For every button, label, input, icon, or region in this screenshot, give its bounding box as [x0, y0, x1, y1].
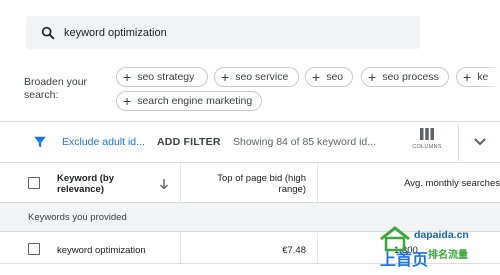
- column-separator: [317, 163, 318, 202]
- keyword-cell: keyword optimization: [57, 245, 146, 256]
- watermark-tag-2: 流量: [448, 250, 469, 261]
- watermark-brand: 上首页排名流量: [380, 246, 468, 270]
- row-checkbox[interactable]: [28, 243, 40, 255]
- columns-label: COLUMNS: [412, 144, 442, 150]
- watermark-tag-1: 排名: [428, 250, 449, 261]
- plus-icon: +: [123, 93, 132, 109]
- watermark-site: dapaida.cn: [414, 229, 469, 241]
- column-separator: [180, 163, 181, 202]
- plus-icon: +: [123, 69, 132, 85]
- plus-icon: +: [312, 69, 321, 85]
- watermark-brand-text: 上首页: [380, 252, 429, 269]
- chip-label: seo strategy: [137, 71, 195, 83]
- select-all-checkbox[interactable]: [28, 177, 40, 189]
- columns-icon: [420, 128, 434, 140]
- chip-label: seo service: [235, 71, 289, 83]
- chip-search-engine-marketing[interactable]: + search engine marketing: [116, 91, 262, 111]
- divider: [0, 121, 500, 122]
- toolbar-separator: [458, 125, 459, 161]
- chip-label: seo: [326, 71, 344, 83]
- plus-icon: +: [463, 69, 472, 85]
- chip-label: search engine marketing: [137, 95, 253, 107]
- top-of-page-bid-header[interactable]: Top of page bid (high range): [200, 173, 306, 195]
- sort-arrow-icon[interactable]: [159, 178, 169, 190]
- filter-icon[interactable]: [33, 135, 47, 149]
- columns-button[interactable]: COLUMNS: [408, 128, 446, 150]
- avg-monthly-searches-header[interactable]: Avg. monthly searches: [360, 178, 500, 189]
- bid-cell: €7.48: [282, 245, 306, 256]
- scroll-fade: [484, 60, 500, 120]
- chevron-down-icon[interactable]: [473, 137, 487, 147]
- plus-icon: +: [368, 69, 377, 85]
- chip-label: seo process: [382, 71, 439, 83]
- chip-seo-strategy[interactable]: + seo strategy: [116, 67, 208, 87]
- chip-seo-process[interactable]: + seo process: [361, 67, 449, 87]
- search-icon: [41, 26, 55, 39]
- section-label: Keywords you provided: [28, 212, 127, 223]
- exclude-adult-ideas-filter[interactable]: Exclude adult id...: [62, 136, 145, 148]
- keyword-search-bar[interactable]: [26, 16, 420, 49]
- broaden-label: Broaden your search:: [24, 76, 88, 101]
- chip-seo-service[interactable]: + seo service: [214, 67, 299, 87]
- chip-seo[interactable]: + seo: [305, 67, 353, 87]
- plus-icon: +: [221, 69, 230, 85]
- add-filter-button[interactable]: ADD FILTER: [157, 136, 221, 148]
- column-separator: [317, 233, 318, 263]
- showing-count-text: Showing 84 of 85 keyword id...: [233, 136, 377, 148]
- column-separator: [180, 233, 181, 263]
- divider: [0, 162, 500, 163]
- search-input[interactable]: [64, 26, 364, 39]
- keyword-column-header[interactable]: Keyword (by relevance): [57, 173, 147, 195]
